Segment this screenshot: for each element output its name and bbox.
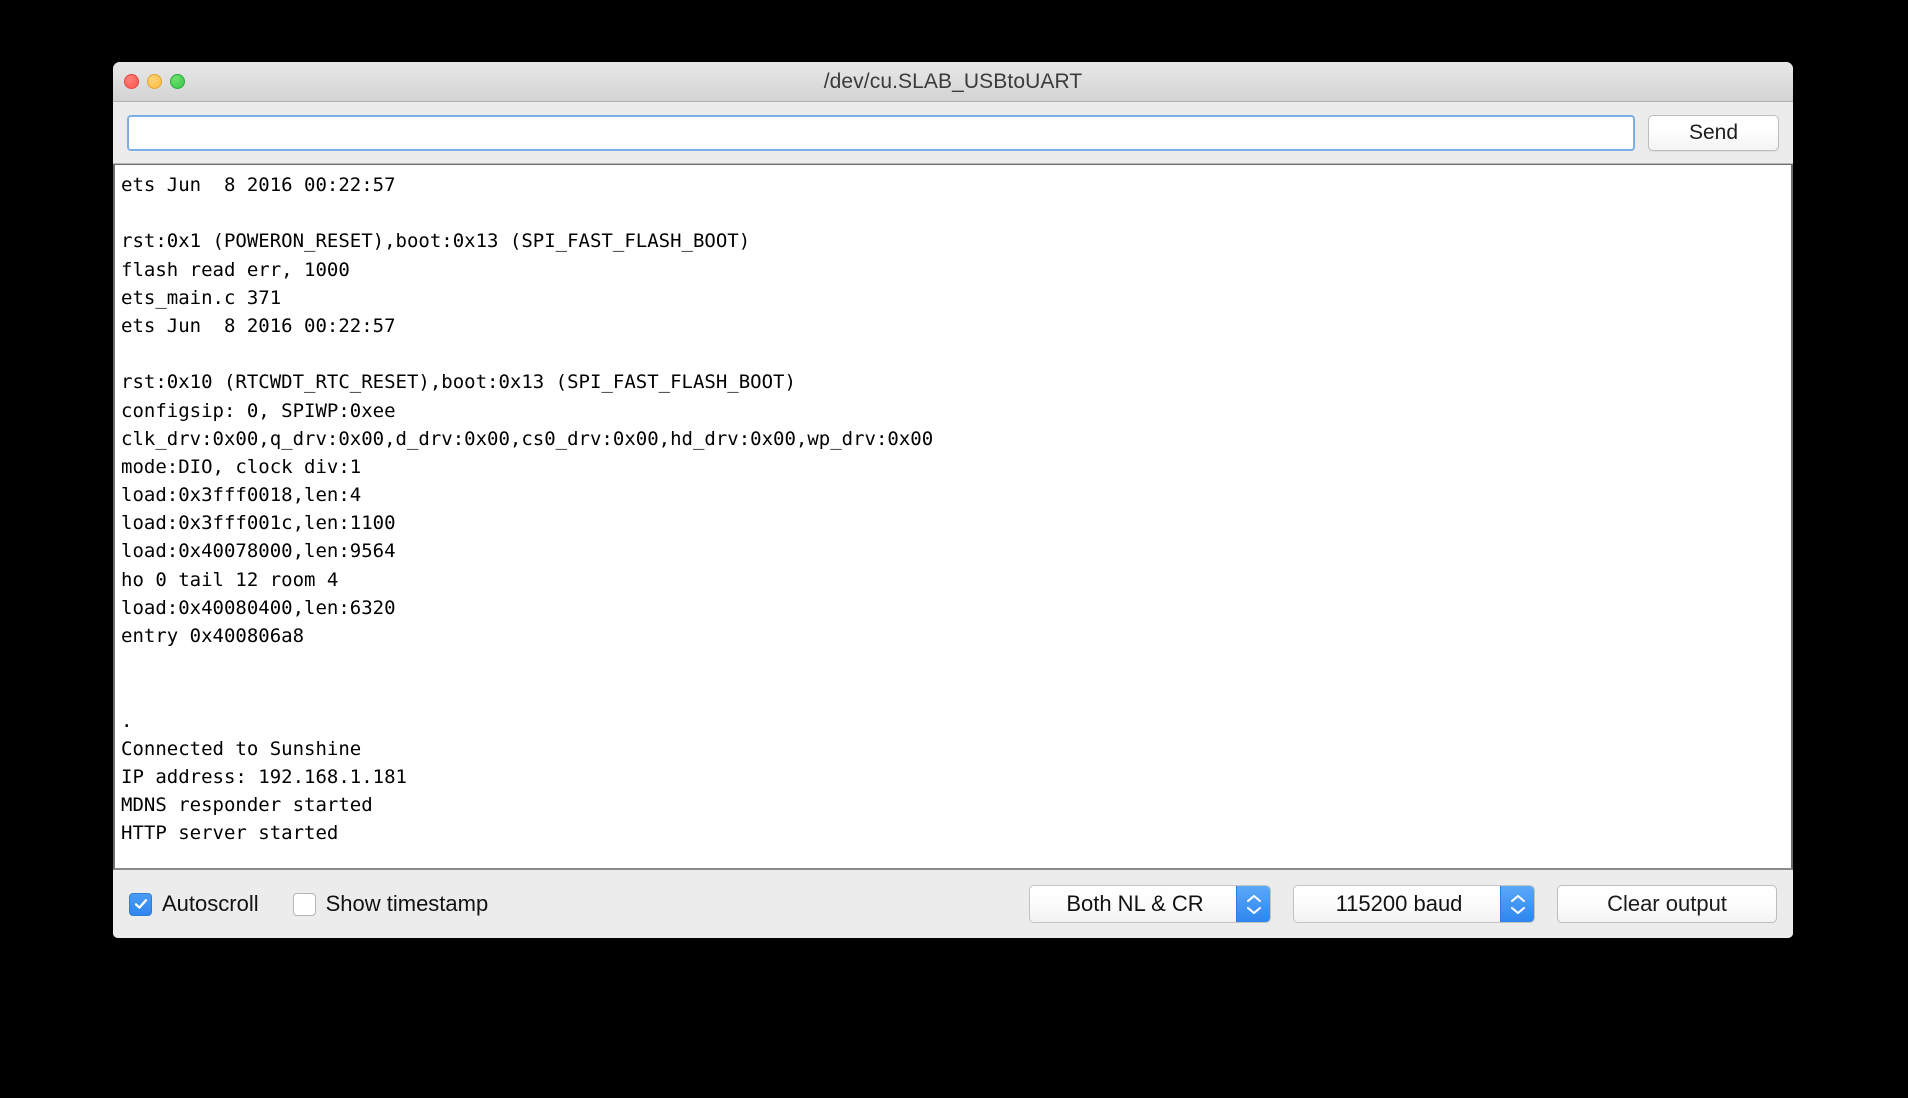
bottom-toolbar: Autoscroll Show timestamp Both NL & CR 1… <box>113 870 1793 938</box>
show-timestamp-checkbox[interactable] <box>292 892 316 916</box>
console-log-text: ets Jun 8 2016 00:22:57 rst:0x1 (POWERON… <box>115 165 1791 848</box>
console-line: ho 0 tail 12 room 4 <box>121 568 339 591</box>
traffic-light-group <box>124 74 185 89</box>
line-ending-select[interactable]: Both NL & CR <box>1029 885 1271 923</box>
console-line: ets_main.c 371 <box>121 286 282 309</box>
show-timestamp-label: Show timestamp <box>325 891 489 916</box>
console-line: MDNS responder started <box>121 794 373 817</box>
chevron-down-icon <box>1510 906 1525 914</box>
console-line: load:0x3fff001c,len:1100 <box>121 512 396 535</box>
stepper-arrows-icon[interactable] <box>1500 886 1534 922</box>
console-line: ets Jun 8 2016 00:22:57 <box>121 314 396 337</box>
console-line: rst:0x10 (RTCWDT_RTC_RESET),boot:0x13 (S… <box>121 371 796 394</box>
console-line: clk_drv:0x00,q_drv:0x00,d_drv:0x00,cs0_d… <box>121 427 934 450</box>
console-line: configsip: 0, SPIWP:0xee <box>121 399 396 422</box>
console-line: flash read err, 1000 <box>121 258 350 281</box>
zoom-button-icon[interactable] <box>170 74 185 89</box>
chevron-down-icon <box>1246 906 1261 914</box>
send-message-input[interactable] <box>127 114 1635 151</box>
console-line: load:0x3fff0018,len:4 <box>121 484 362 507</box>
console-line: entry 0x400806a8 <box>121 625 305 647</box>
chevron-up-icon <box>1246 894 1261 902</box>
minimize-button-icon[interactable] <box>147 74 162 89</box>
baud-rate-select[interactable]: 115200 baud <box>1293 885 1535 923</box>
console-line: ets Jun 8 2016 00:22:57 <box>121 174 396 196</box>
clear-output-button[interactable]: Clear output <box>1557 885 1777 923</box>
console-line: HTTP server started <box>121 822 339 845</box>
autoscroll-checkbox-row[interactable]: Autoscroll <box>129 891 259 917</box>
serial-monitor-window: /dev/cu.SLAB_USBtoUART Send ets Jun 8 20… <box>113 62 1793 938</box>
baud-rate-value: 115200 baud <box>1335 891 1463 916</box>
console-line: rst:0x1 (POWERON_RESET),boot:0x13 (SPI_F… <box>121 230 751 253</box>
window-title: /dev/cu.SLAB_USBtoUART <box>823 69 1083 93</box>
stepper-arrows-icon[interactable] <box>1236 886 1270 922</box>
console-line: Connected to Sunshine <box>121 737 362 760</box>
console-line: IP address: 192.168.1.181 <box>121 765 407 788</box>
send-button[interactable]: Send <box>1648 114 1779 151</box>
send-bar: Send <box>113 102 1793 164</box>
console-line: . <box>121 709 133 732</box>
close-button-icon[interactable] <box>124 74 139 89</box>
line-ending-value: Both NL & CR <box>1066 891 1204 916</box>
console-line: load:0x40078000,len:9564 <box>121 540 396 563</box>
console-line: load:0x40080400,len:6320 <box>121 596 396 619</box>
chevron-up-icon <box>1510 894 1525 902</box>
autoscroll-label: Autoscroll <box>162 891 259 916</box>
show-timestamp-checkbox-row[interactable]: Show timestamp <box>292 891 489 917</box>
console-output-area[interactable]: ets Jun 8 2016 00:22:57 rst:0x1 (POWERON… <box>113 164 1793 870</box>
title-bar: /dev/cu.SLAB_USBtoUART <box>113 62 1793 102</box>
console-line: mode:DIO, clock div:1 <box>121 455 362 478</box>
check-icon <box>134 899 147 909</box>
autoscroll-checkbox[interactable] <box>129 892 152 916</box>
